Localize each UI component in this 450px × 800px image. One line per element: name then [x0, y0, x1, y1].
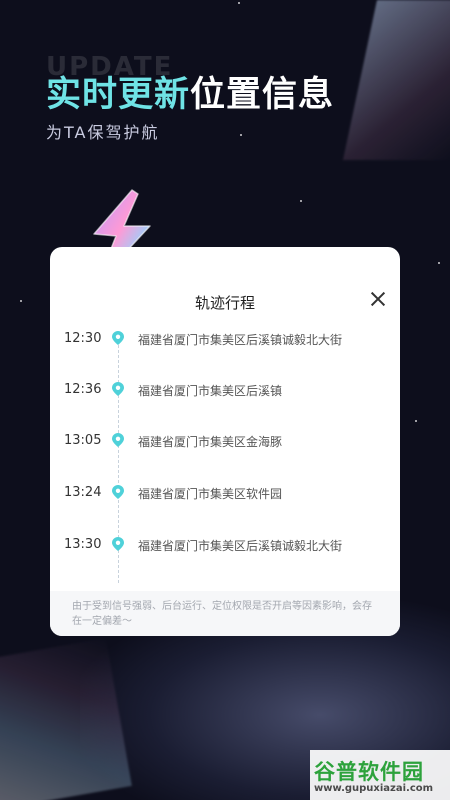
star: [20, 300, 22, 302]
timeline-time: 13:30: [64, 537, 102, 552]
star: [240, 134, 242, 136]
location-pin-icon: [112, 537, 124, 551]
location-pin-icon: [112, 331, 124, 345]
page-subhead: 为TA保驾护航: [46, 123, 160, 142]
star: [438, 262, 440, 264]
timeline-address: 福建省厦门市集美区软件园: [138, 487, 283, 501]
dialog-title: 轨迹行程: [194, 294, 255, 312]
timeline-time: 13:05: [64, 433, 102, 448]
timeline-address: 福建省厦门市集美区后溪镇诚毅北大街: [138, 539, 343, 553]
timeline-time: 12:36: [64, 382, 102, 397]
star: [415, 420, 417, 422]
watermark-url: www.gupuxiazai.com: [314, 783, 434, 794]
timeline-item: 12:36 福建省厦门市集美区后溪镇: [50, 378, 400, 402]
site-watermark: 谷普软件园 www.gupuxiazai.com: [310, 750, 450, 800]
headline-rest: 位置信息: [190, 75, 335, 115]
timeline-item: 13:30 福建省厦门市集美区后溪镇诚毅北大街: [50, 533, 400, 557]
timeline-item: 13:05 福建省厦门市集美区金海豚: [50, 429, 400, 453]
location-pin-icon: [112, 485, 124, 499]
timeline-item: 13:24 福建省厦门市集美区软件园: [50, 481, 400, 505]
timeline-item: 12:30 福建省厦门市集美区后溪镇诚毅北大街: [50, 327, 400, 351]
timeline-address: 福建省厦门市集美区后溪镇: [138, 384, 283, 398]
timeline-time: 12:30: [64, 331, 102, 346]
timeline-time: 13:24: [64, 485, 102, 500]
timeline-address: 福建省厦门市集美区后溪镇诚毅北大街: [138, 333, 343, 347]
timeline-address: 福建省厦门市集美区金海豚: [138, 435, 283, 449]
location-pin-icon: [112, 433, 124, 447]
trip-dialog: 轨迹行程 12:30 福建省厦门市集美区后溪镇诚毅北大街 12:36 福建省厦门…: [50, 247, 400, 636]
prism-decoration-top: [342, 0, 450, 160]
accuracy-disclaimer: 由于受到信号强弱、后台运行、定位权限是否开启等因素影响，会存在一定偏差～: [50, 591, 400, 636]
watermark-logo: 谷普软件园: [314, 760, 424, 784]
location-pin-icon: [112, 382, 124, 396]
close-icon[interactable]: [370, 291, 386, 307]
star: [300, 200, 302, 202]
page-headline: 实时更新位置信息: [46, 66, 334, 117]
headline-accent: 实时更新: [46, 75, 191, 115]
star: [238, 2, 240, 4]
